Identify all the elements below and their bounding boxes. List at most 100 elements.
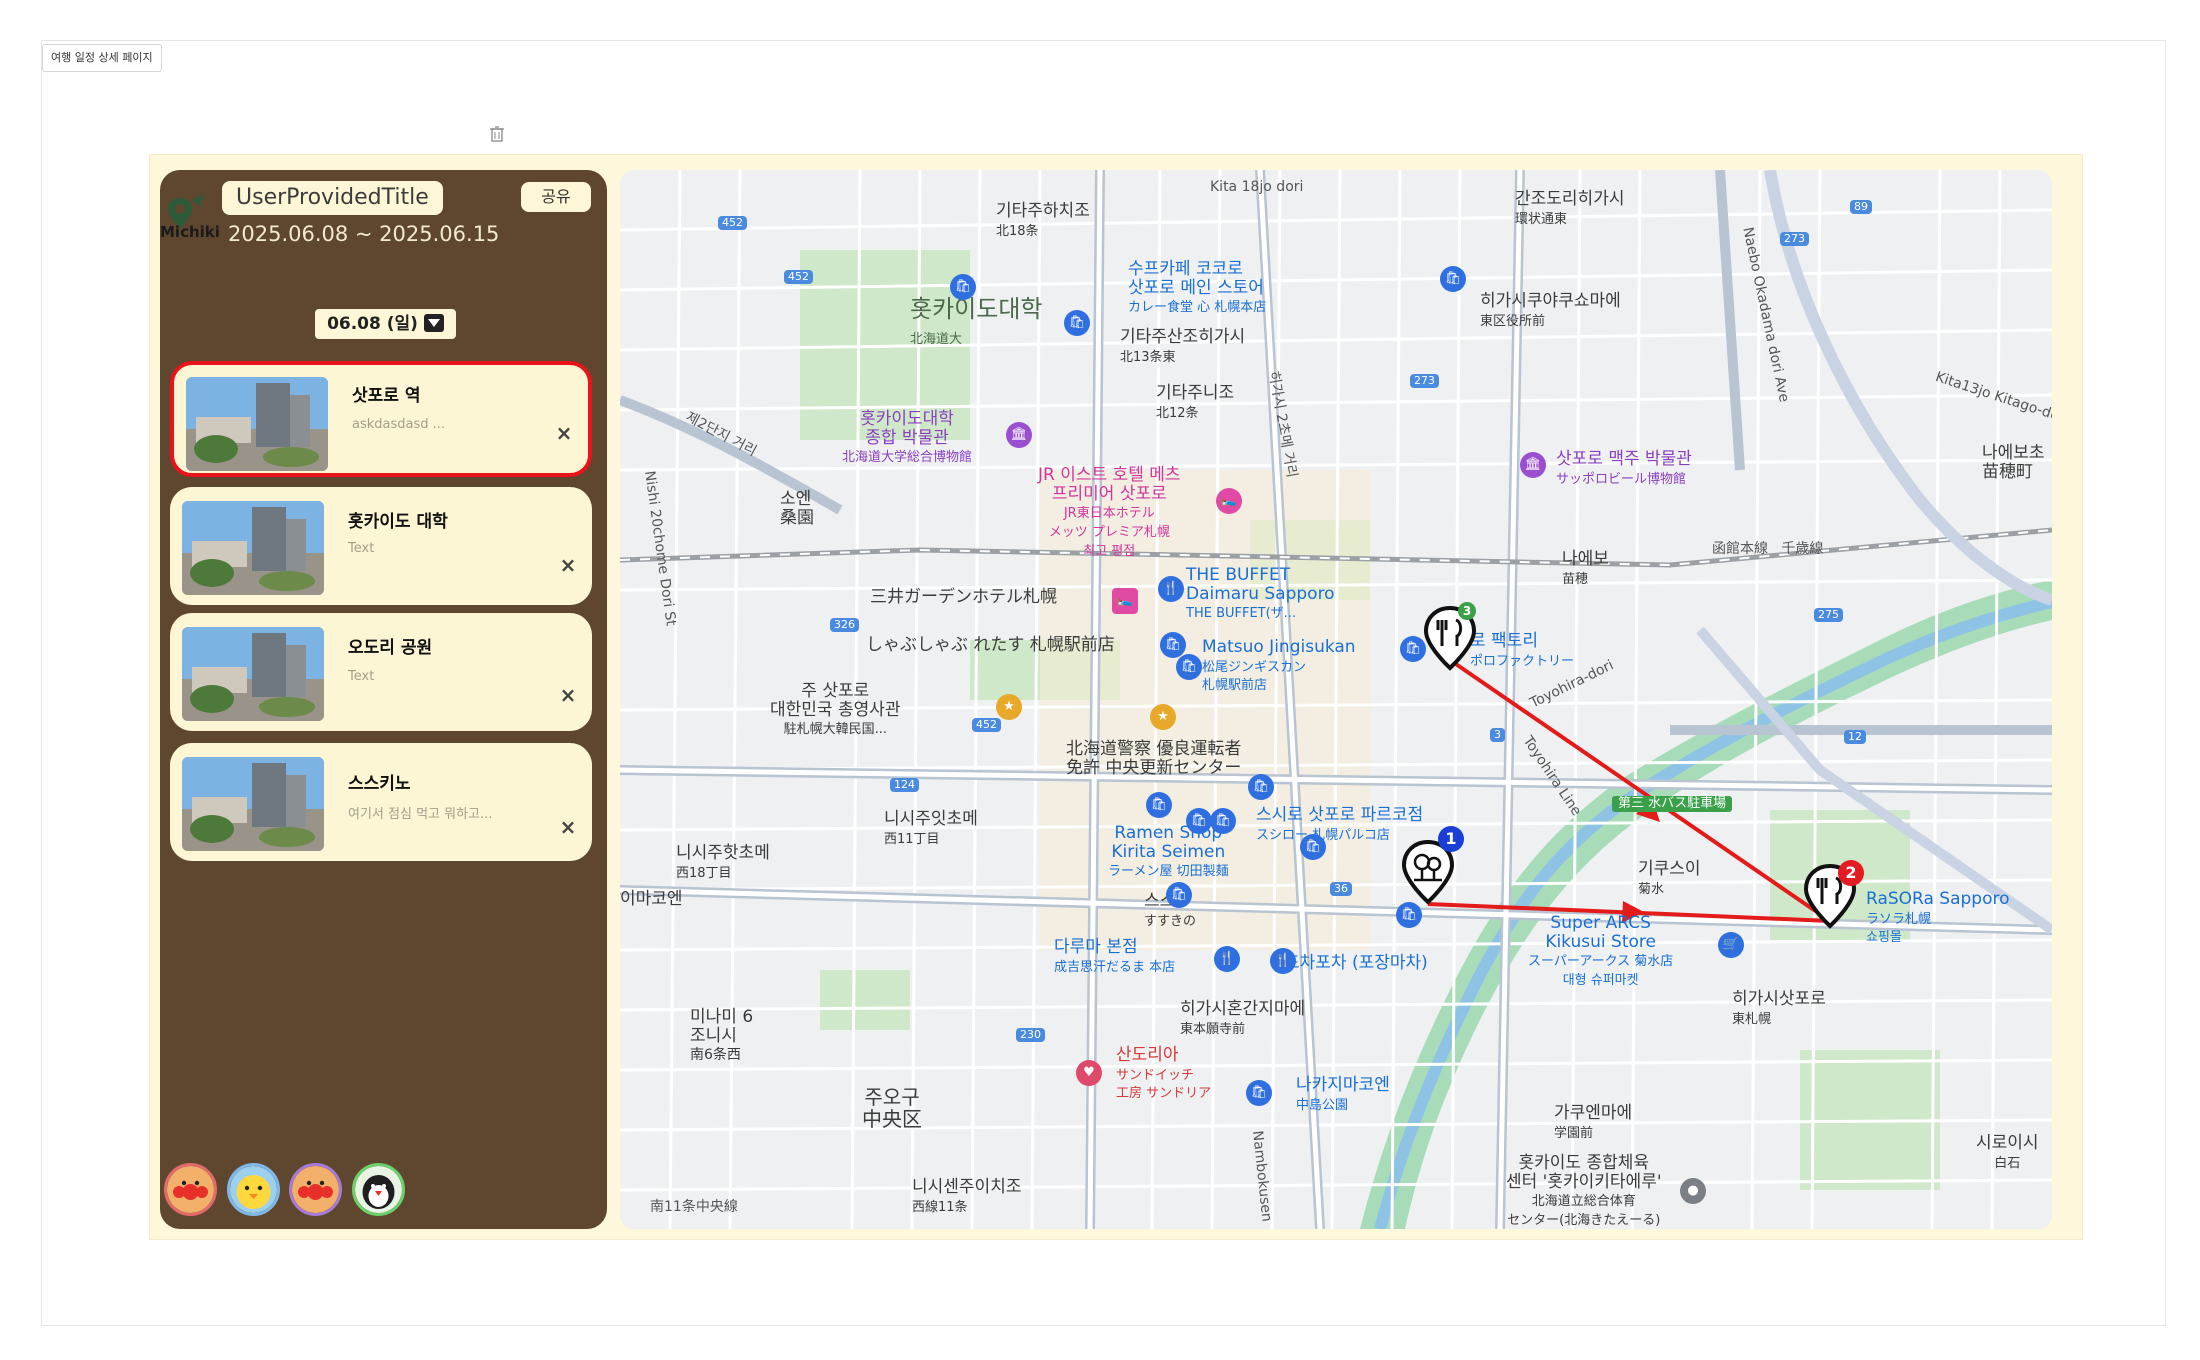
shopping-icon[interactable]: 🛍 [1064, 310, 1090, 336]
shopping-icon[interactable]: 🛍 [1248, 774, 1274, 800]
shopping-icon[interactable]: 🛍 [1146, 792, 1172, 818]
road-number: 3 [1490, 728, 1505, 743]
anpanman-avatar-icon [167, 1166, 214, 1213]
day-selector[interactable]: 06.08 (일) [315, 309, 456, 339]
restaurant-icon[interactable]: 🍴 [1214, 946, 1240, 972]
shopping-icon[interactable]: 🛍 [1300, 834, 1326, 860]
logo-text: Michiki [160, 223, 220, 241]
member-avatar[interactable] [164, 1163, 217, 1216]
route-map[interactable]: 452 452 89 273 273 326 452 275 3 12 124 … [620, 170, 2052, 1229]
map-label: 北海道警察 優良運転者 免許 中央更新センター [1066, 739, 1242, 778]
map-label: 三井ガーデンホテル札幌 [870, 587, 1057, 607]
map-label: 第三 水バス駐車場 [1612, 796, 1733, 813]
trip-title[interactable]: UserProvidedTitle [222, 181, 443, 215]
place-name: 오도리 공원 [348, 638, 433, 658]
shopping-icon[interactable]: 🛍 [950, 274, 976, 300]
map-label: 니시주잇초메 西11丁目 [884, 809, 978, 847]
museum-icon[interactable]: 🏛 [1006, 422, 1032, 448]
map-label: RaSORa Sapporo ラソラ札幌 쇼핑몰 [1866, 889, 2010, 946]
map-label: 기타주산조히가시 北13条東 [1120, 327, 1246, 365]
shopping-icon[interactable]: 🛍 [1176, 654, 1202, 680]
anpanman-avatar-icon [292, 1166, 339, 1213]
museum-icon[interactable]: 🏛 [1520, 452, 1546, 478]
road-number: 230 [1016, 1028, 1045, 1043]
place-thumbnail [182, 627, 324, 721]
map-label: 간조도리히가시 環状通東 [1515, 189, 1625, 227]
road-number: 273 [1780, 232, 1809, 247]
delete-place-button[interactable]: × [558, 817, 578, 837]
heart-icon[interactable]: ♥ [1076, 1060, 1102, 1086]
map-label: 기타주하치조 北18条 [996, 201, 1090, 239]
map-label: 미나미 6 조니시 南6条西 [690, 1007, 754, 1064]
place-name: 삿포로 역 [352, 386, 421, 406]
map-label: 函館本線 千歳線 [1712, 541, 1824, 557]
place-card[interactable]: 삿포로 역 askdasdasd ... × [170, 361, 592, 477]
place-name: 홋카이도 대학 [348, 512, 448, 532]
member-avatar[interactable] [289, 1163, 342, 1216]
road-number: 452 [784, 270, 813, 285]
map-label: 주오구 中央区 [862, 1085, 922, 1131]
shopping-icon[interactable]: 🛍 [1166, 882, 1192, 908]
map-label: 수프카페 코코로 삿포로 메인 스토어 カレー食堂 心 札幌本店 [1128, 259, 1267, 316]
place-memo: Text [348, 541, 375, 556]
grocery-icon[interactable]: 🛒 [1718, 932, 1744, 958]
map-label: 홋카이도 종합체육 센터 '홋카이키타에루' 北海道立総合体育 センター(北海きたえー… [1506, 1153, 1662, 1229]
place-icon[interactable]: ● [1680, 1178, 1706, 1204]
shopping-icon[interactable]: 🛍 [1440, 266, 1466, 292]
hotel-icon[interactable]: 🛌 [1216, 488, 1242, 514]
share-button[interactable]: 공유 [521, 182, 591, 212]
map-label: 나카지마코엔 中島公園 [1296, 1075, 1390, 1113]
star-icon[interactable]: ★ [996, 694, 1022, 720]
map-label: Kita 18jo dori [1210, 179, 1304, 195]
restaurant-icon[interactable]: 🍴 [1158, 576, 1184, 602]
map-label: 니시주핫초메 西18丁目 [676, 843, 770, 881]
shopping-icon[interactable]: 🛍 [1210, 808, 1236, 834]
shopping-icon[interactable]: 🛍 [1186, 808, 1212, 834]
map-label: 소엔 桑園 [780, 489, 814, 528]
road-number: 452 [718, 216, 747, 231]
member-avatar[interactable] [227, 1163, 280, 1216]
map-label: 홋카이도대학 北海道大 [910, 295, 1043, 348]
map-label: JR 이스트 호텔 메츠 프리미어 삿포로 JR東日本ホテル メッツ プレミア札幌 최고… [1038, 465, 1181, 559]
map-label: Super ARCS Kikusui Store スーパーアークス 菊水店 대형 슈퍼… [1528, 913, 1674, 989]
road-number: 273 [1410, 374, 1439, 389]
route-pin-number: 1 [1438, 826, 1464, 852]
road-number: 89 [1850, 200, 1872, 215]
chick-avatar-icon [230, 1166, 277, 1213]
restaurant-icon[interactable]: 🍴 [1270, 948, 1296, 974]
road-number: 452 [972, 718, 1001, 733]
place-card[interactable]: 오도리 공원 Text × [170, 613, 592, 731]
place-thumbnail [182, 757, 324, 851]
map-label: 나에보 苗穂 [1562, 549, 1609, 587]
star-icon[interactable]: ★ [1150, 704, 1176, 730]
place-card[interactable]: 스스키노 여기서 점심 먹고 뭐하고... × [170, 743, 592, 861]
map-label: 이마코엔 [620, 889, 683, 909]
place-memo: 여기서 점심 먹고 뭐하고... [348, 807, 493, 822]
road-number: 124 [890, 778, 919, 793]
map-label: 산도리아 サンドイッチ 工房 サンドリア [1116, 1045, 1212, 1102]
delete-place-button[interactable]: × [558, 685, 578, 705]
map-label: 삿포로 맥주 박물관 サッポロビール博物館 [1556, 449, 1692, 487]
map-label: 주 삿포로 대한민국 총영사관 駐札幌大韓民国... [770, 681, 901, 738]
place-memo: Text [348, 669, 375, 684]
place-card[interactable]: 홋카이도 대학 Text × [170, 487, 592, 605]
delete-place-button[interactable]: × [554, 423, 574, 443]
dropdown-arrow-icon[interactable] [423, 314, 444, 332]
trash-icon[interactable] [490, 126, 504, 142]
map-label: 로 팩토리 ポロファクトリー [1470, 631, 1575, 669]
shopping-icon[interactable]: 🛍 [1160, 632, 1186, 658]
place-thumbnail [186, 377, 328, 471]
hotel-icon[interactable]: 🛌 [1112, 588, 1138, 614]
map-label: 홋카이도대학 종합 박물관 北海道大学総合博物館 [842, 409, 973, 466]
member-avatar[interactable] [352, 1163, 405, 1216]
shopping-icon[interactable]: 🛍 [1246, 1080, 1272, 1106]
map-label: 南11条中央線 [650, 1199, 738, 1215]
penguin-avatar-icon [355, 1166, 402, 1213]
page-tab-label[interactable]: 여행 일정 상세 페이지 [42, 44, 162, 72]
delete-place-button[interactable]: × [558, 555, 578, 575]
map-label: 기쿠스이 菊水 [1638, 859, 1701, 897]
map-label: 니시센주이치조 西線11条 [912, 1177, 1022, 1215]
map-label: 히가시쿠야쿠쇼마에 東区役所前 [1480, 291, 1621, 329]
trip-date-range: 2025.06.08 ~ 2025.06.15 [228, 222, 500, 246]
route-pin-number: 3 [1458, 602, 1476, 620]
